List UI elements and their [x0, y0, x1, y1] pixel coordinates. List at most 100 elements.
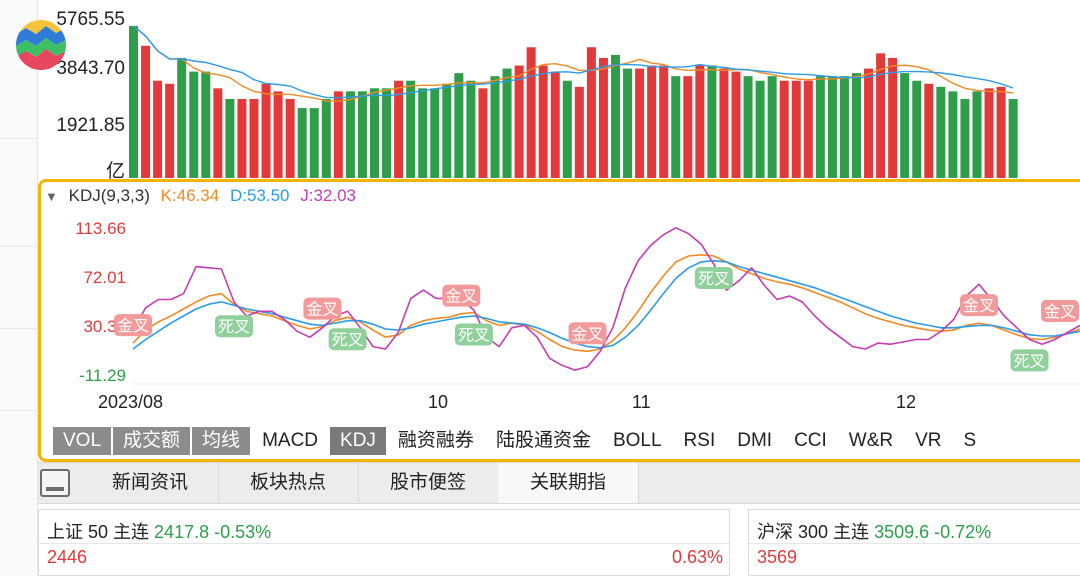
kdj-signal-badge: 死叉 [328, 328, 367, 351]
kdj-panel[interactable]: 113.66 72.01 30.36 -11.29 2023/08 10 11 12 金叉 死叉金… [38, 179, 1080, 462]
volume-bar [574, 86, 584, 178]
gutter-divider [0, 328, 37, 329]
volume-bar [261, 83, 271, 178]
signal-badge-label: 金叉 [1044, 302, 1076, 321]
quote-card-csi300[interactable]: 沪深 300 主连 3509.6 -0.72% 3569 [748, 509, 1080, 576]
volume-bar [418, 88, 428, 178]
tab-cci[interactable]: CCI [784, 427, 837, 455]
volume-bar [370, 88, 379, 178]
volume-bar [671, 76, 681, 178]
kdj-x-tick: 2023/08 [98, 392, 163, 412]
volume-bar [466, 80, 476, 178]
volume-bar [153, 80, 163, 178]
kdj-signal-badge: 金叉 [959, 294, 998, 317]
volume-bar [755, 80, 765, 178]
tab-dmi[interactable]: DMI [727, 427, 782, 455]
volume-chart [129, 25, 1018, 179]
volume-bar [779, 80, 789, 178]
kdj-x-tick: 11 [632, 392, 651, 412]
quote-change: -0.72% [934, 522, 992, 542]
kdj-chart: 113.6672.0130.36-11.292023/08 10 11 12金叉 死叉金… [75, 219, 1080, 412]
kdj-signal-badge: 金叉 [568, 322, 607, 345]
volume-bar [827, 76, 837, 178]
tab-margin[interactable]: 融资融券 [388, 427, 484, 455]
signal-badge-label: 死叉 [332, 330, 364, 349]
tab-more[interactable]: S [954, 427, 987, 455]
kdj-title: KDJ(9,3,3) [68, 186, 150, 205]
signal-badge-label: 死叉 [1013, 351, 1045, 370]
tab-macd[interactable]: MACD [252, 427, 328, 455]
volume-bar [791, 80, 801, 178]
volume-bar [635, 68, 645, 178]
quote-name: 上证 50 主连 [47, 522, 150, 542]
volume-bar [647, 65, 657, 178]
signal-badge-label: 金叉 [963, 296, 995, 315]
quote-level: 3569 [757, 547, 798, 567]
kdj-signal-badge: 死叉 [454, 323, 493, 346]
tab-market-notes[interactable]: 股市便签 [358, 463, 499, 503]
quote-divider [749, 543, 1080, 544]
gutter-divider [0, 410, 37, 411]
kdj-x-tick: 12 [896, 392, 916, 412]
quote-level: 2446 [47, 547, 88, 567]
app-logo [16, 20, 66, 70]
tab-rsi[interactable]: RSI [674, 427, 726, 455]
volume-bar [924, 83, 934, 178]
tab-northbound[interactable]: 陆股通资金 [486, 427, 601, 455]
volume-bar [430, 88, 440, 178]
tab-turnover[interactable]: 成交额 [113, 427, 191, 455]
volume-bar [815, 76, 825, 178]
volume-bar [852, 73, 861, 178]
signal-badge-label: 金叉 [445, 287, 477, 306]
volume-bar [249, 98, 259, 178]
volume-bar [900, 73, 910, 178]
volume-bar [526, 47, 536, 178]
tab-kdj[interactable]: KDJ [330, 427, 386, 455]
volume-bar [876, 53, 886, 178]
tab-news[interactable]: 新闻资讯 [82, 463, 219, 503]
kdj-y-tick: 113.66 [75, 219, 126, 238]
quote-divider [39, 543, 729, 544]
tab-ma[interactable]: 均线 [192, 427, 251, 455]
panel-toggle-icon[interactable] [40, 469, 70, 497]
kdj-y-tick: 72.01 [83, 268, 126, 287]
tab-sector-hotspots[interactable]: 板块热点 [218, 463, 359, 503]
volume-bar [683, 76, 693, 178]
tab-vr[interactable]: VR [905, 427, 951, 455]
kdj-signal-badge: 金叉 [303, 297, 342, 320]
kdj-j-line [132, 227, 1080, 371]
signal-badge-label: 金叉 [117, 316, 149, 335]
volume-bar [960, 98, 970, 178]
indicator-tabs: VOL 成交额 均线 MACD KDJ 融资融券 陆股通资金 BOLL RSI … [53, 427, 988, 455]
volume-bar [478, 88, 488, 178]
volume-bar [623, 68, 633, 178]
volume-bar [297, 108, 307, 178]
volume-bar [550, 71, 560, 178]
tab-wr[interactable]: W&R [839, 427, 903, 455]
kdj-header[interactable]: ▼ KDJ(9,3,3) K:46.34 D:53.50 J:32.03 [45, 186, 362, 210]
volume-bar [695, 65, 705, 178]
chevron-down-icon[interactable]: ▼ [45, 189, 58, 204]
quote-card-sse50[interactable]: 上证 50 主连 2417.8 -0.53% 2446 0.63% [38, 509, 730, 576]
kdj-x-tick: 10 [428, 392, 448, 412]
tab-related-futures[interactable]: 关联期指 [498, 463, 639, 503]
gutter-divider [0, 246, 37, 247]
kdj-signal-badge: 金叉 [442, 284, 481, 307]
volume-bar [948, 91, 958, 178]
volume-bar [454, 73, 464, 178]
quote-price: 2417.8 [154, 522, 210, 542]
volume-bar [273, 91, 283, 178]
volume-bar [936, 86, 946, 178]
volume-bar [225, 98, 235, 178]
volume-bar [803, 80, 813, 178]
tab-boll[interactable]: BOLL [603, 427, 672, 455]
volume-bar [514, 65, 524, 178]
d-value: D:53.50 [229, 186, 290, 205]
volume-bar [888, 57, 898, 178]
kdj-signal-badge: 死叉 [215, 315, 254, 338]
tab-vol[interactable]: VOL [53, 427, 112, 455]
kdj-signal-badge: 金叉 [114, 314, 152, 337]
volume-bar [864, 68, 874, 178]
signal-badge-label: 死叉 [698, 269, 730, 288]
kdj-signal-badge: 金叉 [1041, 299, 1079, 322]
